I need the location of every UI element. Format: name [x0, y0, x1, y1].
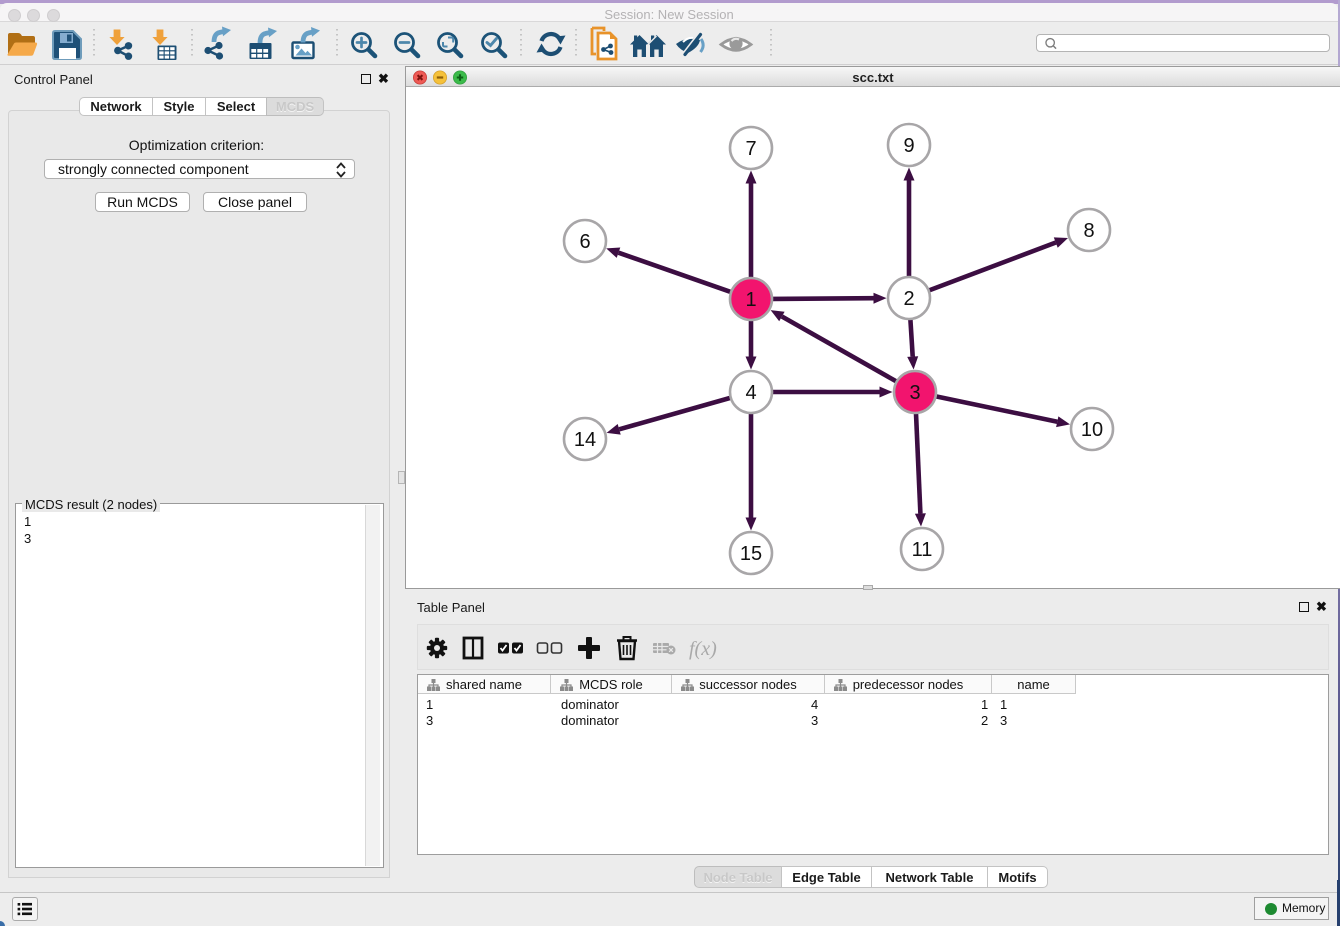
svg-text:3: 3 [909, 382, 920, 404]
svg-text:1: 1 [745, 289, 756, 311]
svg-text:14: 14 [574, 429, 596, 451]
svg-text:8: 8 [1083, 220, 1094, 242]
svg-text:2: 2 [903, 288, 914, 310]
svg-text:10: 10 [1081, 419, 1103, 441]
svg-text:11: 11 [912, 539, 933, 561]
svg-text:f(x): f(x) [689, 638, 717, 660]
svg-text:15: 15 [740, 543, 762, 565]
svg-text:9: 9 [903, 135, 914, 157]
svg-text:6: 6 [579, 231, 590, 253]
svg-text:4: 4 [745, 382, 756, 404]
svg-text:7: 7 [745, 138, 756, 160]
